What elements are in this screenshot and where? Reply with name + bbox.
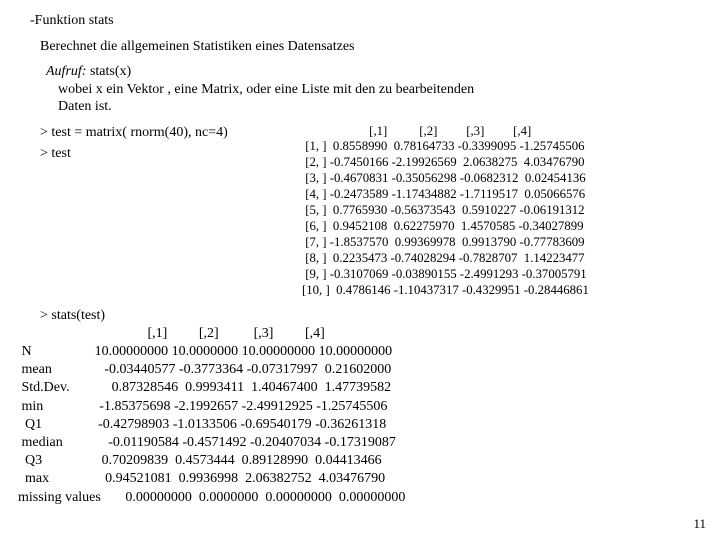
aufruf-code: stats(x) [90, 64, 131, 79]
page-number: 11 [693, 516, 706, 532]
aufruf-line: Aufruf: stats(x) [12, 63, 708, 81]
aufruf-desc-1: wobei x ein Vektor , eine Matrix, oder e… [12, 81, 708, 99]
prompt-assign-test: > test = matrix( rnorm(40), nc=4) [12, 124, 302, 142]
prompt-show-test: > test [12, 145, 302, 163]
prompt-stats-test: > stats(test) [12, 307, 105, 325]
aufruf-label: Aufruf: [46, 64, 86, 79]
matrix-output: [,1] [,2] [,3] [,4] [1, ] 0.8558990 0.78… [302, 124, 589, 300]
function-title: -Funktion stats [12, 12, 708, 30]
stats-output: [,1] [,2] [,3] [,4] N 10.00000000 10.000… [12, 325, 708, 507]
aufruf-desc-2: Daten ist. [12, 98, 708, 116]
function-description: Berechnet die allgemeinen Statistiken ei… [12, 38, 708, 56]
